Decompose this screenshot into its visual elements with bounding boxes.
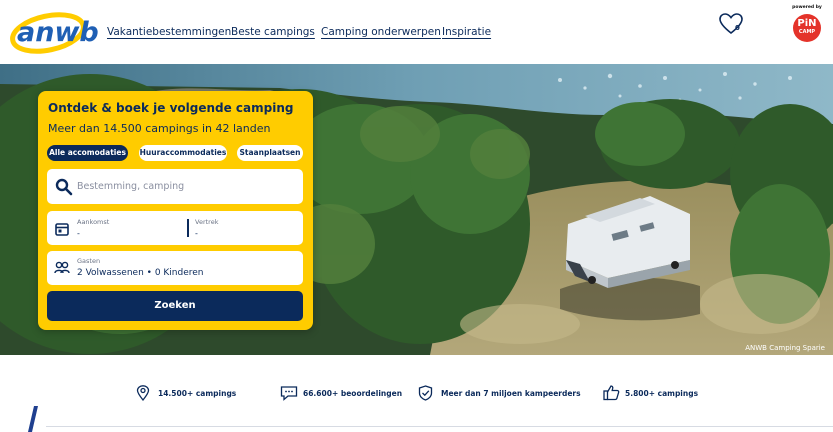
shield-check-icon [418,385,433,401]
nav-link-vakantiebestemmingen[interactable]: Vakantiebestemmingen [107,26,231,38]
destination-search-input[interactable]: Bestemming, camping [47,169,303,204]
pincamp-badge: PiN CAMP [793,14,821,42]
nav-link-beste-campings[interactable]: Beste campings [231,26,315,38]
section-divider [32,426,833,427]
search-icon [55,178,73,196]
guests-label: Gasten [77,257,101,265]
search-card: Ontdek & boek je volgende camping Meer d… [38,91,313,330]
filter-alle-accomodaties[interactable]: Alle accomodaties [47,145,128,161]
chat-bubble-icon [280,386,298,401]
favorites-count-badge: 0 [735,24,740,32]
pincamp-partner-logo[interactable]: powered by PiN CAMP [790,5,824,45]
destination-placeholder: Bestemming, camping [77,181,185,192]
date-separator [187,219,189,237]
powered-by-label: powered by [792,5,822,10]
nav-link-camping-onderwerpen[interactable]: Camping onderwerpen [321,26,441,38]
filter-staanplaatsen[interactable]: Staanplaatsen [237,145,303,161]
arrival-label: Aankomst [77,218,110,226]
pincamp-name-line2: CAMP [798,29,816,35]
usp-reviews-count: 66.600+ beoordelingen [303,389,403,398]
arrival-value[interactable]: - [77,229,80,238]
guests-value: 2 Volwassenen • 0 Kinderen [77,268,204,278]
location-pin-icon [136,385,150,401]
calendar-icon [55,223,69,236]
site-header: anwb Vakantiebestemmingen Beste campings… [0,0,833,64]
overlay-corner-graphic [0,394,46,432]
usp-campings-count: 14.500+ campings [158,389,237,398]
svg-text:anwb: anwb [17,17,99,48]
heart-icon[interactable] [718,12,744,36]
filter-huuraccommodaties[interactable]: Huuraccommodaties [139,145,227,161]
thumbs-up-icon [603,385,620,401]
usp-campers-count: Meer dan 7 miljoen kampeerders [441,389,581,398]
departure-label: Vertrek [195,218,219,226]
search-card-subtitle: Meer dan 14.500 campings in 42 landen [48,122,271,135]
search-submit-button[interactable]: Zoeken [47,291,303,321]
photo-credit: ANWB Camping Sparie [745,344,825,352]
guests-icon [54,261,70,274]
nav-link-inspiratie[interactable]: Inspiratie [442,26,491,38]
search-card-title: Ontdek & boek je volgende camping [48,101,294,115]
usp-top-campings-count: 5.800+ campings [625,389,699,398]
guests-field[interactable]: Gasten 2 Volwassenen • 0 Kinderen [47,251,303,285]
pincamp-name-line1: PiN [797,18,817,29]
departure-value[interactable]: - [195,229,198,238]
anwb-logo[interactable]: anwb [8,6,100,56]
date-picker-field[interactable]: Aankomst - Vertrek - [47,211,303,245]
